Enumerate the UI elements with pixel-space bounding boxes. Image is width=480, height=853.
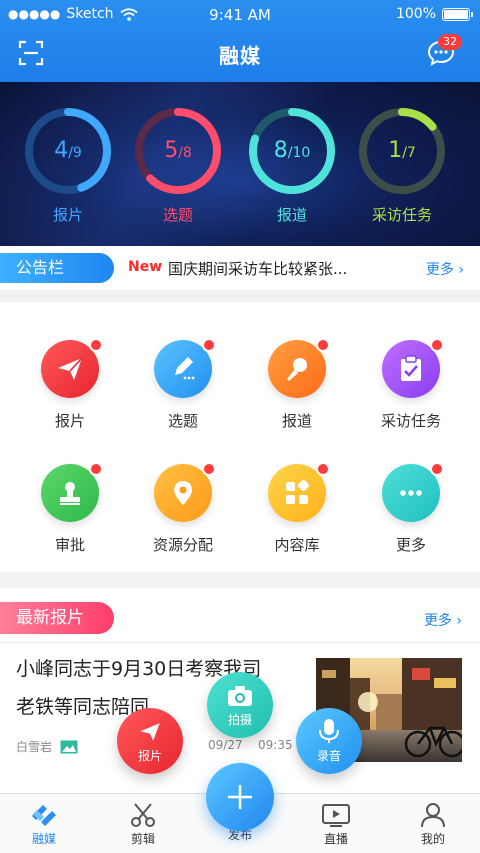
stat-count: 1/7 bbox=[388, 138, 416, 163]
stamp-icon bbox=[60, 482, 80, 505]
notification-dot bbox=[316, 462, 330, 476]
grid-label: 资源分配 bbox=[152, 536, 213, 554]
publish-fab-button[interactable] bbox=[206, 763, 274, 831]
battery-icon bbox=[442, 7, 473, 21]
media-logo-icon bbox=[32, 805, 56, 826]
fab-label: 拍摄 bbox=[227, 713, 252, 727]
grid-label: 审批 bbox=[54, 536, 85, 554]
grid-label: 报道 bbox=[281, 412, 312, 430]
paper-plane-icon bbox=[58, 357, 83, 380]
fab-record[interactable]: 录音 bbox=[296, 708, 362, 774]
grid-label: 内容库 bbox=[274, 536, 320, 554]
grid-label: 采访任务 bbox=[380, 412, 441, 430]
status-bar: ●●●●● Sketch 9:41 AM 100% bbox=[0, 0, 480, 30]
notice-more-link[interactable]: 更多 › bbox=[426, 259, 464, 279]
grid-item-coverage[interactable]: 报道 bbox=[237, 338, 357, 431]
grid-item-approval[interactable]: 审批 bbox=[10, 462, 130, 555]
more-icon bbox=[400, 490, 422, 496]
tab-media[interactable]: 融媒 bbox=[14, 802, 74, 847]
grid-icon-bg bbox=[41, 338, 103, 398]
fab-label: 录音 bbox=[316, 749, 341, 763]
microphone-icon bbox=[319, 719, 339, 743]
divider bbox=[0, 642, 480, 643]
fab-report-clip[interactable]: 报片 bbox=[117, 708, 183, 774]
grid-label: 报片 bbox=[54, 412, 85, 430]
tab-live[interactable]: 直播 bbox=[306, 802, 366, 847]
notice-tag: 公告栏 bbox=[0, 253, 114, 283]
notification-dot bbox=[89, 462, 103, 476]
grid-item-report-clip[interactable]: 报片 bbox=[10, 338, 130, 431]
grid-icon-bg bbox=[154, 462, 216, 522]
grid-icon-bg bbox=[382, 462, 444, 522]
battery-area: 100% bbox=[395, 6, 473, 22]
apps-icon bbox=[286, 479, 310, 504]
fab-label: 报片 bbox=[137, 749, 162, 763]
page-title: 融媒 bbox=[219, 44, 261, 68]
tab-label: 剪辑 bbox=[130, 832, 155, 846]
grid-item-content-library[interactable]: 内容库 bbox=[237, 462, 357, 555]
stat-label: 报片 bbox=[52, 206, 83, 224]
stat-count: 8/10 bbox=[273, 138, 311, 163]
stat-count: 5/8 bbox=[164, 138, 192, 163]
grid-icon-bg bbox=[268, 462, 330, 522]
microphone-icon bbox=[287, 358, 307, 381]
grid-icon-bg bbox=[41, 462, 103, 522]
function-grid: 报片 选题 报道 采访任务 审批 资源分配 内容库 更多 bbox=[0, 302, 480, 572]
grid-item-topic[interactable]: 选题 bbox=[123, 338, 243, 431]
notification-dot bbox=[202, 462, 216, 476]
grid-icon-bg bbox=[154, 338, 216, 398]
header: ●●●●● Sketch 9:41 AM 100% 融媒 32 bbox=[0, 0, 480, 82]
grid-icon-bg bbox=[382, 338, 444, 398]
fab-shoot[interactable]: 拍摄 bbox=[207, 672, 273, 738]
new-badge: New bbox=[128, 259, 163, 275]
scissors-icon bbox=[131, 803, 155, 827]
grid-label: 更多 bbox=[395, 536, 426, 554]
paper-plane-icon bbox=[140, 723, 160, 741]
news-meta: 白雪岩 bbox=[16, 738, 78, 755]
notification-dot bbox=[430, 462, 444, 476]
grid-label: 选题 bbox=[167, 412, 198, 430]
tab-edit[interactable]: 剪辑 bbox=[113, 802, 173, 847]
grid-icon-bg bbox=[268, 338, 330, 398]
battery-percent: 100% bbox=[395, 6, 436, 22]
notification-dot bbox=[89, 338, 103, 352]
grid-item-interview-task[interactable]: 采访任务 bbox=[351, 338, 471, 431]
stat-count: 4/9 bbox=[54, 138, 82, 163]
stat-label: 选题 bbox=[162, 206, 193, 224]
tab-me[interactable]: 我的 bbox=[403, 802, 463, 847]
notification-dot bbox=[202, 338, 216, 352]
stat-topic[interactable]: 5/8 选题 bbox=[128, 104, 228, 225]
stat-coverage[interactable]: 8/10 报道 bbox=[242, 104, 342, 225]
grid-item-more[interactable]: 更多 bbox=[351, 462, 471, 555]
nav-bar: 融媒 32 bbox=[0, 30, 480, 78]
grid-item-resources[interactable]: 资源分配 bbox=[123, 462, 243, 555]
tab-label: 融媒 bbox=[31, 832, 56, 846]
stat-label: 报道 bbox=[276, 206, 307, 224]
stat-label: 采访任务 bbox=[371, 206, 432, 224]
pencil-icon bbox=[175, 357, 195, 380]
image-icon bbox=[60, 740, 78, 753]
news-date: 09/27 bbox=[208, 738, 243, 752]
latest-more-link[interactable]: 更多 › bbox=[424, 610, 462, 630]
stat-report-clip[interactable]: 4/9 报片 bbox=[18, 104, 118, 225]
user-icon bbox=[421, 803, 445, 828]
camera-icon bbox=[228, 686, 252, 706]
plus-icon bbox=[228, 785, 252, 809]
notification-dot bbox=[430, 338, 444, 352]
stat-interview-task[interactable]: 1/7 采访任务 bbox=[352, 104, 452, 225]
news-time: 09:35 bbox=[258, 738, 293, 752]
tab-label: 我的 bbox=[420, 832, 445, 846]
notice-bar[interactable]: 公告栏 New 国庆期间采访车比较紧张... 更多 › bbox=[0, 246, 480, 290]
notice-text[interactable]: 国庆期间采访车比较紧张... bbox=[168, 258, 347, 279]
live-tv-icon bbox=[322, 804, 350, 827]
location-icon bbox=[174, 481, 192, 505]
notification-dot bbox=[316, 338, 330, 352]
tab-label: 直播 bbox=[323, 832, 348, 846]
clipboard-icon bbox=[401, 355, 421, 381]
stats-banner: 4/9 报片 5/8 选题 8/10 报道 1/7 采访任务 bbox=[0, 82, 480, 246]
latest-tag: 最新报片 bbox=[0, 602, 114, 634]
news-author: 白雪岩 bbox=[16, 740, 53, 754]
message-badge: 32 bbox=[438, 34, 462, 50]
